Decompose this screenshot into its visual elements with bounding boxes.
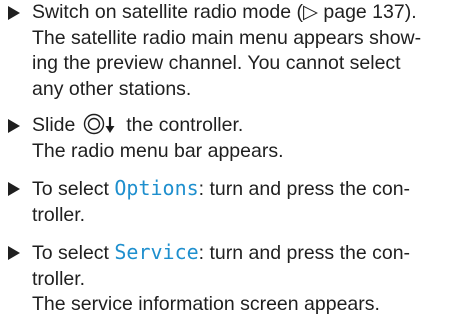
- step-action-before: Slide: [32, 114, 76, 136]
- step-action-line: Slide the controller.: [32, 113, 462, 139]
- step-select-service: To select Service: turn and press the co…: [6, 240, 462, 318]
- menu-term-service: Service: [114, 240, 199, 264]
- step-result-text: The radio menu bar appears.: [32, 139, 284, 162]
- step-action-line: To select Service: turn and press the co…: [32, 240, 462, 267]
- step-text-line: troller.: [32, 267, 86, 290]
- step-bullet-arrow-icon: [8, 119, 20, 133]
- step-prefix: To select: [32, 178, 109, 200]
- step-switch-on-satellite-radio: Switch on satellite radio mode (▷ page 1…: [6, 0, 462, 102]
- step-slide-controller: Slide the controller. The radio menu bar…: [6, 113, 462, 164]
- step-instruction-rest: : turn and press the con-: [198, 242, 411, 264]
- step-action-line: To select Options: turn and press the co…: [32, 176, 462, 203]
- step-bullet-arrow-icon: [8, 182, 20, 196]
- step-select-options: To select Options: turn and press the co…: [6, 176, 462, 228]
- step-bullet-arrow-icon: [8, 6, 20, 20]
- step-prefix: To select: [32, 242, 109, 264]
- instruction-document: Switch on satellite radio mode (▷ page 1…: [6, 0, 462, 318]
- step-instruction-rest: : turn and press the con-: [198, 178, 411, 200]
- step-action-after: the controller.: [126, 114, 244, 136]
- step-bullet-arrow-icon: [8, 246, 20, 260]
- step-text-line: ing the preview channel. You cannot sele…: [32, 52, 401, 74]
- step-text-line: troller.: [32, 203, 86, 226]
- step-text-line: The satellite radio main menu appears sh…: [32, 26, 422, 49]
- step-text-line: any other stations.: [32, 77, 192, 100]
- menu-term-options: Options: [114, 176, 199, 200]
- step-result-text: The service information screen appears.: [32, 293, 380, 315]
- controller-slide-down-icon: [83, 113, 115, 135]
- step-text-line: Switch on satellite radio mode (▷ page 1…: [32, 1, 417, 23]
